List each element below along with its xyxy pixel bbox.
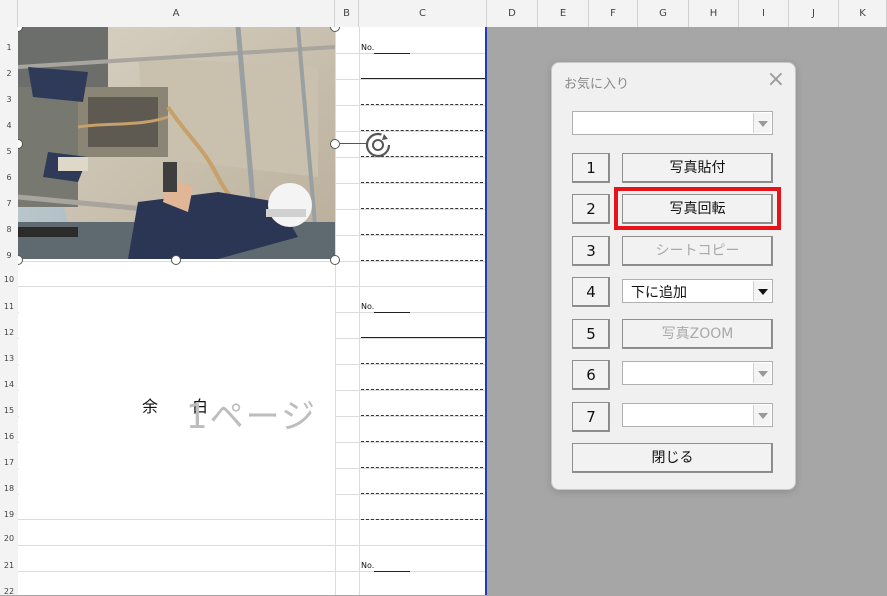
number-label: No. [361, 561, 375, 570]
grid-line [335, 27, 336, 595]
dashed-rule [361, 467, 483, 468]
row-header-bar: 1 2 3 4 5 6 7 8 9 10 11 12 13 14 15 16 1… [0, 27, 19, 596]
chevron-down-icon[interactable] [753, 281, 771, 301]
dashed-rule [361, 260, 483, 261]
chevron-down-icon[interactable] [753, 363, 771, 383]
worksheet-grid[interactable]: No. No. No. 余 白 1ページ [18, 27, 487, 595]
page-watermark: 1ページ [186, 397, 317, 437]
dashed-rule [361, 389, 483, 390]
number-underline [374, 312, 410, 313]
resize-handle-bottom-left[interactable] [18, 255, 23, 265]
close-icon[interactable]: × [767, 67, 785, 92]
row-header[interactable]: 8 [0, 225, 18, 234]
number-button-2[interactable]: 2 [572, 194, 610, 224]
row-header[interactable]: 18 [0, 484, 18, 493]
row-header[interactable]: 10 [0, 275, 18, 284]
number-button-6[interactable]: 6 [572, 360, 610, 390]
dialog-title: お気に入り [564, 77, 630, 92]
solid-rule [361, 337, 485, 338]
row-header[interactable]: 15 [0, 406, 18, 415]
row-header[interactable]: 13 [0, 354, 18, 363]
number-button-1[interactable]: 1 [572, 153, 610, 183]
rotation-connector [340, 143, 366, 144]
resize-handle-bottom-center[interactable] [171, 255, 181, 265]
row-header[interactable]: 4 [0, 121, 18, 130]
highlight-frame [614, 187, 781, 230]
solid-rule [361, 78, 485, 79]
row-header[interactable]: 7 [0, 199, 18, 208]
row-header[interactable]: 3 [0, 95, 18, 104]
column-header-f[interactable]: F [589, 0, 638, 27]
sheet-copy-button[interactable]: シートコピー [622, 236, 773, 266]
favorite-combo-7[interactable] [622, 403, 773, 427]
row-header[interactable]: 17 [0, 458, 18, 467]
row-header[interactable]: 1 [0, 43, 18, 52]
column-header-d[interactable]: D [487, 0, 538, 27]
dashed-rule [361, 493, 483, 494]
row-header[interactable]: 6 [0, 173, 18, 182]
dashed-rule [361, 208, 483, 209]
number-underline [374, 53, 410, 54]
grid-line [359, 27, 360, 595]
column-header-k[interactable]: K [839, 0, 887, 27]
row-header[interactable]: 2 [0, 69, 18, 78]
row-header[interactable]: 21 [0, 561, 18, 570]
rotate-icon[interactable] [364, 131, 392, 159]
favorites-dialog: お気に入り × 1 写真貼付 2 写真回転 3 シートコピー 4 下に追加 5 … [551, 62, 796, 490]
grid-line [18, 571, 487, 572]
number-button-5[interactable]: 5 [572, 319, 610, 349]
number-button-7[interactable]: 7 [572, 402, 610, 432]
row-header[interactable]: 14 [0, 380, 18, 389]
resize-handle-bottom-right[interactable] [330, 255, 340, 265]
column-header-i[interactable]: I [739, 0, 789, 27]
column-header-j[interactable]: J [789, 0, 839, 27]
number-underline [374, 571, 410, 572]
row-header[interactable]: 9 [0, 251, 18, 260]
favorite-combo-6[interactable] [622, 361, 773, 385]
row-header[interactable]: 5 [0, 147, 18, 156]
row-header[interactable]: 12 [0, 328, 18, 337]
row-header[interactable]: 19 [0, 510, 18, 519]
column-header-a[interactable]: A [18, 0, 335, 27]
chevron-down-icon[interactable] [753, 113, 771, 133]
close-button[interactable]: 閉じる [572, 443, 773, 473]
grid-line [18, 261, 487, 262]
grid-line [18, 545, 487, 546]
paste-photo-button[interactable]: 写真貼付 [622, 153, 773, 183]
dashed-rule [361, 234, 483, 235]
number-button-3[interactable]: 3 [572, 236, 610, 266]
dashed-rule [361, 363, 483, 364]
combo-value: 下に追加 [631, 285, 687, 301]
resize-handle-top-right[interactable] [330, 27, 340, 32]
row-header[interactable]: 20 [0, 534, 18, 543]
dashed-rule [361, 441, 483, 442]
number-label: No. [361, 43, 375, 52]
margin-text-yo: 余 [142, 397, 159, 416]
number-label: No. [361, 302, 375, 311]
construction-photo[interactable] [18, 27, 335, 259]
dashed-rule [361, 182, 483, 183]
chevron-down-icon[interactable] [753, 405, 771, 425]
column-header-g[interactable]: G [638, 0, 689, 27]
column-header-b[interactable]: B [335, 0, 359, 27]
row-header[interactable]: 16 [0, 432, 18, 441]
column-header-h[interactable]: H [689, 0, 739, 27]
row-header[interactable]: 11 [0, 302, 18, 311]
column-header-corner[interactable] [0, 0, 18, 27]
dashed-rule [361, 519, 483, 520]
column-header-c[interactable]: C [359, 0, 487, 27]
column-header-e[interactable]: E [538, 0, 589, 27]
photo-zoom-button[interactable]: 写真ZOOM [622, 319, 773, 349]
resize-handle-middle-right[interactable] [330, 139, 340, 149]
add-position-combo[interactable]: 下に追加 [622, 279, 773, 303]
favorites-combo[interactable] [572, 111, 773, 135]
dashed-rule [361, 415, 483, 416]
dashed-rule [361, 104, 483, 105]
column-header-bar: A B C D E F G H I J K [0, 0, 887, 28]
number-button-4[interactable]: 4 [572, 277, 610, 307]
